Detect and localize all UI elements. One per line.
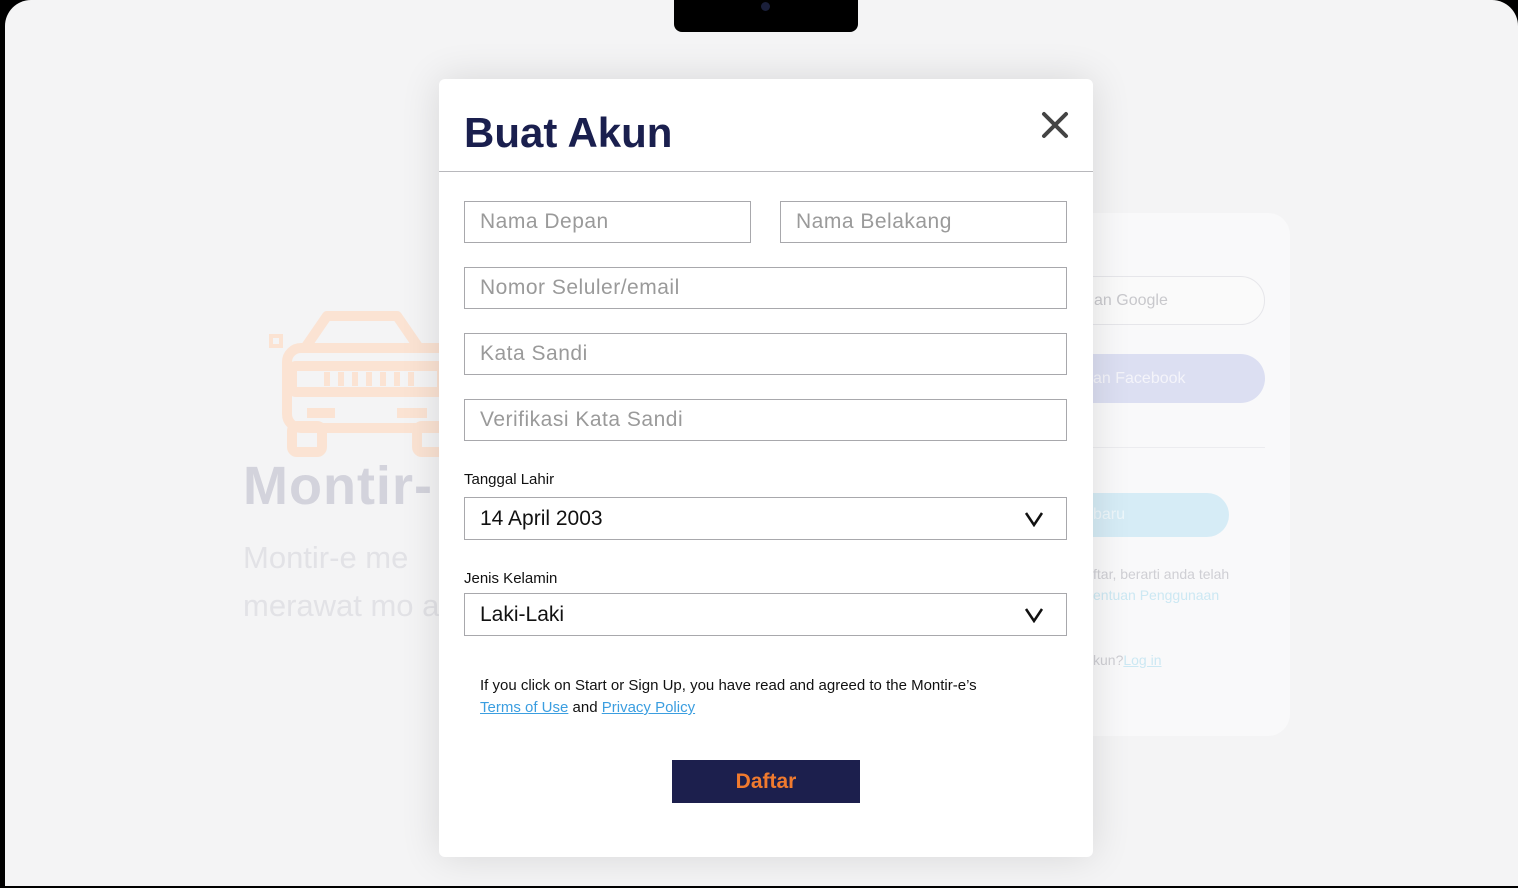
privacy-policy-link[interactable]: Privacy Policy (602, 699, 695, 716)
consent-message: If you click on Start or Sign Up, you ha… (480, 677, 977, 694)
terms-of-use-link[interactable]: Terms of Use (480, 699, 568, 716)
camera-notch (674, 0, 858, 32)
birthdate-select[interactable]: 14 April 2003 (464, 497, 1067, 540)
first-name-input[interactable] (464, 201, 751, 243)
contact-input[interactable] (464, 267, 1067, 309)
car-logo-icon (269, 311, 462, 457)
register-label: baru (1093, 506, 1126, 523)
birthdate-value: 14 April 2003 (480, 506, 603, 530)
birthdate-label: Tanggal Lahir (464, 471, 555, 488)
consent-text: If you click on Start or Sign Up, you ha… (480, 675, 1060, 719)
last-name-input[interactable] (780, 201, 1067, 243)
account-prefix: kun? (1093, 652, 1124, 668)
login-link: Log in (1123, 652, 1162, 668)
gender-label: Jenis Kelamin (464, 570, 558, 587)
consent-and: and (572, 699, 598, 716)
modal-title: Buat Akun (464, 109, 673, 156)
create-account-modal: Buat Akun Tanggal Lahir 14 April 2003 Je… (439, 79, 1093, 857)
app-window: Montir- Montir-e me merawat mo anda an G… (5, 0, 1518, 886)
login-terms-line1: ftar, berarti anda telah (1093, 566, 1230, 582)
chevron-down-icon (1024, 512, 1044, 527)
camera-icon (761, 2, 770, 11)
register-submit-button[interactable]: Daftar (672, 760, 860, 803)
header-divider (439, 171, 1093, 172)
gender-value: Laki-Laki (480, 602, 565, 626)
chevron-down-icon (1024, 608, 1044, 623)
brand-name: Montir- (243, 456, 433, 516)
password-input[interactable] (464, 333, 1067, 375)
verify-password-input[interactable] (464, 399, 1067, 441)
gender-select[interactable]: Laki-Laki (464, 593, 1067, 636)
facebook-login-label: an Facebook (1093, 369, 1186, 387)
google-login-label: an Google (1094, 291, 1168, 309)
login-terms-line2: entuan Penggunaan (1093, 587, 1220, 603)
login-divider (1065, 447, 1265, 448)
close-icon[interactable] (1039, 109, 1071, 141)
